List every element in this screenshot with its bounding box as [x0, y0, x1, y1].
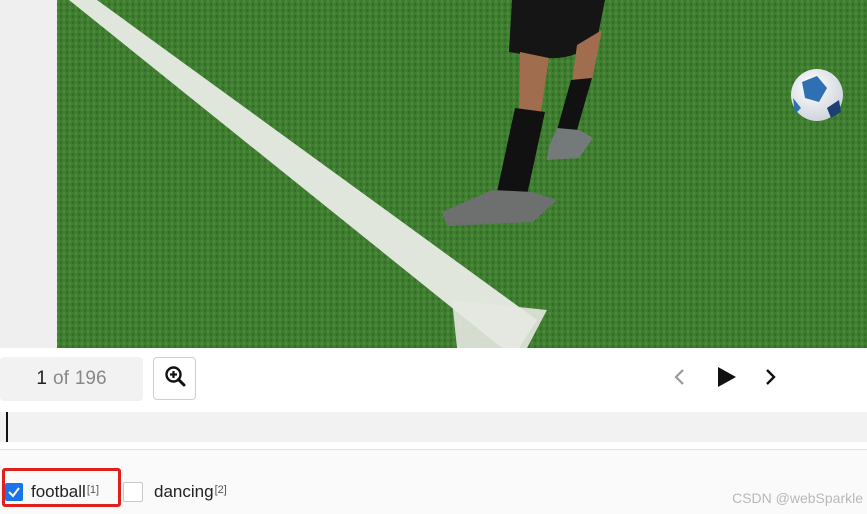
page-separator: of: [53, 368, 69, 389]
dancing-label-count: [2]: [214, 484, 227, 496]
timeline-cursor[interactable]: [6, 412, 8, 442]
previous-button[interactable]: [665, 364, 695, 394]
watermark: CSDN @webSparkle: [732, 490, 863, 506]
label-dancing[interactable]: dancing [2]: [123, 481, 227, 503]
left-gutter: [0, 0, 57, 348]
dancing-checkbox[interactable]: [123, 482, 143, 502]
highlight-box: [2, 468, 121, 507]
page-counter: 1 of 196: [0, 357, 143, 401]
total-pages: 196: [74, 368, 107, 389]
zoom-in-button[interactable]: [153, 357, 196, 400]
next-button[interactable]: [755, 364, 785, 394]
chevron-right-icon: [763, 367, 777, 392]
play-icon: [715, 365, 737, 394]
chevron-left-icon: [673, 367, 687, 392]
play-button[interactable]: [711, 364, 741, 394]
annotation-viewer: 1 of 196 football [1] dancing [2] CSDN @…: [0, 0, 867, 514]
current-page-number: 1: [36, 368, 47, 389]
dancing-label-text: dancing: [154, 482, 214, 501]
timeline-track[interactable]: [0, 412, 867, 442]
football-scene-image: [57, 0, 867, 348]
zoom-in-icon: [164, 365, 186, 392]
image-frame[interactable]: [57, 0, 867, 348]
